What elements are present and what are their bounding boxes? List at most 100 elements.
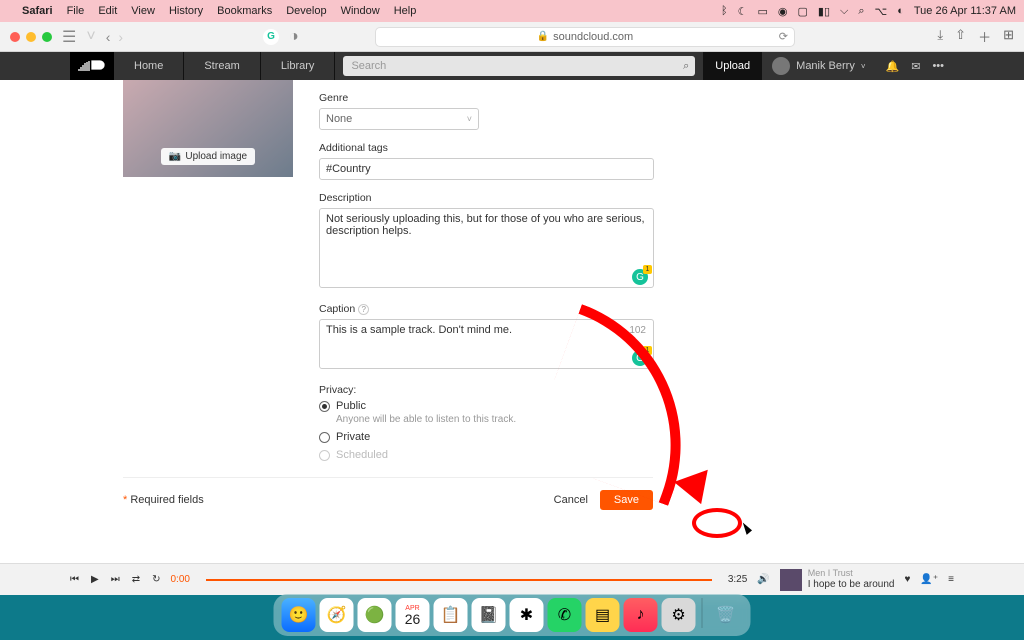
radio-scheduled xyxy=(319,450,330,461)
help-icon[interactable]: ? xyxy=(358,304,369,315)
display-icon[interactable]: ▢ xyxy=(798,5,808,18)
description-textarea[interactable] xyxy=(319,208,654,288)
screen-mirror-icon[interactable]: ▭ xyxy=(757,5,767,18)
battery-icon[interactable]: ▮▯ xyxy=(818,5,830,18)
shuffle-button[interactable]: ⇄ xyxy=(132,574,140,585)
menu-bookmarks[interactable]: Bookmarks xyxy=(217,5,272,17)
like-button[interactable]: ♥ xyxy=(904,574,910,585)
camera-icon: 📷 xyxy=(169,151,181,162)
tab-overview-icon[interactable]: ⊞ xyxy=(1003,27,1014,46)
forward-button[interactable]: › xyxy=(118,29,123,45)
macos-menubar: Safari File Edit View History Bookmarks … xyxy=(0,0,1024,22)
menu-file[interactable]: File xyxy=(67,5,85,17)
address-bar[interactable]: 🔒 soundcloud.com ⟳ xyxy=(375,27,795,47)
dock-safari[interactable]: 🧭 xyxy=(320,598,354,632)
nav-library[interactable]: Library xyxy=(261,52,336,80)
zoom-window-button[interactable] xyxy=(42,32,52,42)
save-button[interactable]: Save xyxy=(600,490,653,510)
grammarly-badge-icon[interactable]: G xyxy=(632,350,648,366)
upload-image-button[interactable]: 📷 Upload image xyxy=(161,148,255,165)
menu-window[interactable]: Window xyxy=(341,5,380,17)
grammarly-extension-icon[interactable]: G xyxy=(263,29,279,45)
queue-button[interactable]: ≡ xyxy=(948,574,954,585)
dock-whatsapp[interactable]: ✆ xyxy=(548,598,582,632)
siri-icon[interactable]: ◐ xyxy=(897,5,904,17)
wifi-icon[interactable]: ⌵ xyxy=(840,5,848,18)
dock-chrome[interactable]: 🟢 xyxy=(358,598,392,632)
reload-icon[interactable]: ⟳ xyxy=(779,30,788,43)
dock-trash[interactable]: 🗑️ xyxy=(709,598,743,632)
radio-private[interactable] xyxy=(319,432,330,443)
minimize-window-button[interactable] xyxy=(26,32,36,42)
radio-public[interactable] xyxy=(319,401,330,412)
follow-button[interactable]: 👤⁺ xyxy=(920,574,938,585)
next-track-button[interactable]: ⏭ xyxy=(111,574,120,585)
menu-help[interactable]: Help xyxy=(394,5,417,17)
downloads-icon[interactable]: ⤓ xyxy=(937,27,943,46)
privacy-scheduled: Scheduled xyxy=(319,449,654,461)
player-bar: ⏮ ▶ ⏭ ⇄ ↻ 0:00 3:25 🔊 Men I Trust I hope… xyxy=(0,563,1024,595)
share-icon[interactable]: ⇧ xyxy=(955,27,966,46)
dock-finder[interactable]: 🙂 xyxy=(282,598,316,632)
window-controls[interactable] xyxy=(10,32,52,42)
search-icon[interactable]: ⌕ xyxy=(683,60,689,73)
tags-input[interactable] xyxy=(319,158,654,180)
caption-textarea[interactable] xyxy=(319,319,654,369)
dock-slack[interactable]: ✱ xyxy=(510,598,544,632)
dock-reminders[interactable]: 📋 xyxy=(434,598,468,632)
menubar-app-name[interactable]: Safari xyxy=(22,5,53,17)
menu-view[interactable]: View xyxy=(131,5,155,17)
avatar xyxy=(772,57,790,75)
close-window-button[interactable] xyxy=(10,32,20,42)
upload-link[interactable]: Upload xyxy=(703,52,762,80)
privacy-public[interactable]: Public Anyone will be able to listen to … xyxy=(319,400,654,425)
play-button[interactable]: ▶ xyxy=(91,574,99,585)
privacy-report-icon[interactable]: ◑ xyxy=(289,28,299,46)
spotlight-icon[interactable]: ⌕ xyxy=(858,5,864,18)
dock-music[interactable]: ♪ xyxy=(624,598,658,632)
new-tab-icon[interactable]: ＋ xyxy=(978,27,991,46)
nav-home[interactable]: Home xyxy=(114,52,184,80)
dock-calendar[interactable]: APR26 xyxy=(396,598,430,632)
caption-char-count: 102 xyxy=(629,325,646,336)
record-icon[interactable]: ◉ xyxy=(778,5,788,18)
control-center-icon[interactable]: ⌥ xyxy=(875,5,888,18)
dock-notion[interactable]: 📓 xyxy=(472,598,506,632)
username: Manik Berry xyxy=(796,60,855,72)
more-icon[interactable]: ••• xyxy=(932,60,944,73)
privacy-private[interactable]: Private xyxy=(319,431,654,443)
cancel-button[interactable]: Cancel xyxy=(554,494,588,506)
dock-settings[interactable]: ⚙ xyxy=(662,598,696,632)
nav-stream[interactable]: Stream xyxy=(184,52,260,80)
sidebar-toggle-icon[interactable]: ☰ xyxy=(62,27,76,47)
menu-edit[interactable]: Edit xyxy=(98,5,117,17)
macos-dock: 🙂 🧭 🟢 APR26 📋 📓 ✱ ✆ ▤ ♪ ⚙ 🗑️ xyxy=(274,594,751,636)
prev-track-button[interactable]: ⏮ xyxy=(70,574,79,585)
track-title: I hope to be around xyxy=(808,579,895,590)
required-fields-note: * Required fields xyxy=(123,494,204,506)
menubar-clock[interactable]: Tue 26 Apr 11:37 AM xyxy=(914,5,1016,17)
chevron-down-icon: ˅ xyxy=(467,114,472,124)
now-playing[interactable]: Men I Trust I hope to be around xyxy=(780,569,895,591)
notifications-icon[interactable]: 🔔 xyxy=(886,60,900,73)
menu-history[interactable]: History xyxy=(169,5,203,17)
chevron-down-icon: ˅ xyxy=(861,62,866,71)
messages-icon[interactable]: ✉ xyxy=(911,60,920,73)
menu-develop[interactable]: Develop xyxy=(286,5,326,17)
do-not-disturb-icon[interactable]: ☾ xyxy=(738,5,748,18)
track-artist: Men I Trust xyxy=(808,569,895,579)
soundcloud-logo[interactable] xyxy=(70,52,114,80)
user-menu[interactable]: Manik Berry ˅ xyxy=(762,57,875,75)
genre-label: Genre xyxy=(319,92,654,104)
volume-icon[interactable]: 🔊 xyxy=(757,574,769,585)
genre-select[interactable]: None ˅ xyxy=(319,108,479,130)
soundcloud-topnav: Home Stream Library Search ⌕ Upload Mani… xyxy=(0,52,1024,80)
search-input[interactable]: Search ⌕ xyxy=(343,56,695,76)
bluetooth-icon[interactable]: ᛒ xyxy=(721,5,728,17)
caption-label: Caption? xyxy=(319,303,654,315)
grammarly-badge-icon[interactable]: G xyxy=(632,269,648,285)
progress-bar[interactable] xyxy=(206,579,712,581)
back-button[interactable]: ‹ xyxy=(106,29,111,45)
repeat-button[interactable]: ↻ xyxy=(152,574,160,585)
dock-notes[interactable]: ▤ xyxy=(586,598,620,632)
